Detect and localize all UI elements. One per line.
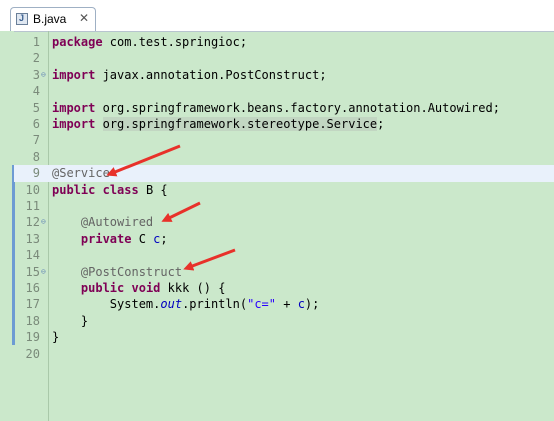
code-token: c: [297, 297, 305, 312]
line-number: 14: [25, 248, 40, 263]
code-line[interactable]: [48, 346, 554, 362]
java-file-icon: [16, 13, 28, 25]
code-token: }: [52, 313, 89, 328]
code-editor[interactable]: package com.test.springioc; import javax.…: [0, 31, 554, 421]
code-line[interactable]: private C c;: [48, 231, 554, 247]
fold-toggle-icon[interactable]: ⊖: [41, 67, 48, 83]
code-line[interactable]: public void kkk () {: [48, 280, 554, 296]
code-token: out: [160, 297, 183, 312]
fold-toggle-icon[interactable]: ⊖: [41, 264, 48, 280]
code-token: ;: [160, 231, 168, 246]
close-icon[interactable]: ✕: [79, 11, 89, 25]
code-token: package: [52, 35, 103, 49]
line-number: 19: [25, 330, 40, 345]
line-number: 18: [25, 313, 40, 328]
code-token: void: [131, 281, 161, 295]
code-token: org.springframework.beans.factory.annota…: [95, 100, 500, 115]
line-number: 17: [25, 297, 40, 312]
code-token: javax.annotation.PostConstruct;: [95, 67, 327, 82]
code-line[interactable]: @Autowired: [48, 214, 554, 230]
code-token: import: [52, 67, 96, 82]
code-line[interactable]: import javax.annotation.PostConstruct;: [48, 67, 554, 83]
line-number: 20: [25, 346, 40, 361]
line-number: 11: [25, 199, 40, 213]
code-token: );: [304, 297, 320, 312]
line-number: 2: [32, 51, 40, 66]
code-line[interactable]: [48, 132, 554, 148]
code-token: import: [52, 117, 96, 131]
line-number: 4: [32, 84, 40, 99]
code-token: com.test.springioc;: [102, 35, 248, 49]
code-line[interactable]: [48, 50, 554, 66]
code-line[interactable]: }: [48, 313, 554, 329]
code-token: org.springframework.stereotype.Service: [102, 117, 378, 131]
code-line[interactable]: [48, 83, 554, 99]
code-line[interactable]: System.out.println("c=" + c);: [48, 296, 554, 312]
code-token: @Autowired: [80, 215, 154, 230]
code-line[interactable]: package com.test.springioc;: [48, 34, 554, 50]
line-number: 3: [32, 67, 40, 82]
line-number: 9: [32, 166, 40, 181]
tab-label: B.java: [33, 12, 67, 26]
code-token: private: [80, 231, 132, 246]
code-token: }: [52, 330, 60, 345]
code-line[interactable]: @Service: [14, 165, 554, 182]
editor-tab-bar: B.java ✕: [0, 0, 554, 32]
line-number: 16: [25, 281, 40, 295]
line-number: 10: [25, 182, 40, 197]
code-token: public: [52, 182, 96, 197]
code-line[interactable]: import org.springframework.beans.factory…: [48, 100, 554, 116]
fold-toggle-icon[interactable]: ⊖: [41, 214, 48, 230]
line-number: 6: [32, 117, 40, 131]
code-token: ;: [377, 117, 385, 131]
code-token: @Service: [52, 166, 110, 181]
code-token: C: [131, 231, 154, 246]
line-number: 7: [32, 133, 40, 148]
code-line[interactable]: [48, 198, 554, 214]
line-number: 12: [25, 215, 40, 230]
code-line[interactable]: @PostConstruct: [48, 264, 554, 280]
code-line[interactable]: public class B {: [48, 182, 554, 198]
code-line[interactable]: }: [48, 329, 554, 345]
line-number: 1: [32, 35, 40, 49]
code-token: class: [102, 182, 139, 197]
line-number: 13: [25, 231, 40, 246]
line-number: 5: [32, 100, 40, 115]
line-number: 15: [25, 264, 40, 279]
line-number: 8: [32, 149, 40, 164]
code-token: "c=": [247, 297, 276, 312]
code-token: System.: [52, 297, 161, 312]
code-token: kkk () {: [160, 281, 226, 295]
code-line[interactable]: import org.springframework.stereotype.Se…: [48, 116, 554, 132]
code-token: import: [52, 100, 96, 115]
code-token: +: [276, 297, 298, 312]
tab-b-java[interactable]: B.java ✕: [10, 7, 96, 31]
code-line[interactable]: [48, 149, 554, 165]
code-line[interactable]: [48, 247, 554, 263]
code-token: public: [80, 281, 125, 295]
code-token: .println(: [182, 297, 248, 312]
code-token: @PostConstruct: [80, 264, 183, 279]
code-token: B {: [138, 182, 168, 197]
